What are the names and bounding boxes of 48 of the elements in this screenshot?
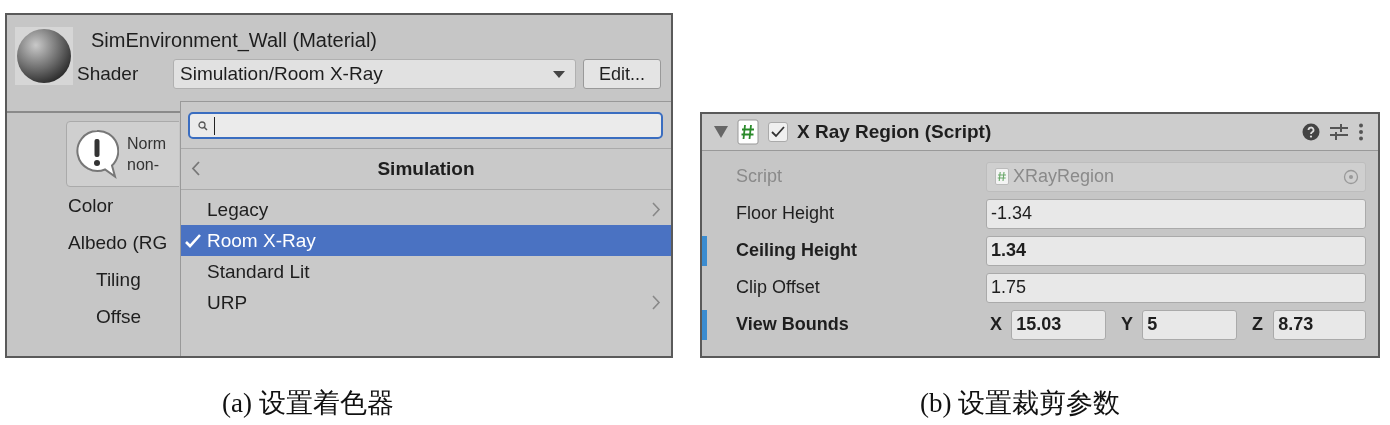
shader-label: Shader — [77, 63, 140, 85]
edit-button[interactable]: Edit... — [583, 59, 661, 89]
sphere-preview-icon — [15, 27, 73, 85]
property-label: Tiling — [96, 268, 142, 292]
search-icon — [198, 120, 208, 131]
number-field[interactable]: 8.73 — [1273, 309, 1366, 340]
axis-label: Z — [1250, 314, 1264, 335]
override-bar — [702, 235, 707, 266]
axis-label: Y — [1119, 314, 1134, 335]
field-label: Clip Offset — [736, 277, 821, 298]
menu-item[interactable]: Standard Lit — [181, 256, 671, 287]
field-label: Script — [736, 166, 783, 187]
foldout-triangle-icon[interactable] — [714, 126, 728, 138]
help-icon[interactable] — [1302, 123, 1320, 141]
settings-sliders-icon[interactable] — [1329, 123, 1349, 141]
field-label: Ceiling Height — [736, 240, 858, 261]
menu-header: Simulation — [377, 158, 475, 180]
field-label: View Bounds — [736, 314, 850, 335]
script-file-icon — [737, 119, 759, 145]
menu-item[interactable]: Room X-Ray — [181, 225, 671, 256]
number-field[interactable]: -1.34 — [986, 198, 1366, 229]
property-label: Albedo (RG — [68, 231, 169, 255]
number-field[interactable]: 1.34 — [986, 235, 1366, 266]
script-file-icon — [995, 168, 1009, 185]
figure-caption: (b) 设置裁剪参数 — [920, 387, 1121, 420]
shader-dropdown[interactable]: Simulation/Room X-Ray — [173, 59, 576, 89]
property-label: Color — [68, 194, 115, 218]
back-chevron-icon[interactable] — [191, 161, 200, 176]
figure-caption: (a) 设置着色器 — [222, 387, 394, 420]
enabled-checkbox[interactable] — [768, 122, 788, 142]
material-title: SimEnvironment_Wall (Material) — [91, 29, 378, 54]
menu-item[interactable]: Legacy — [181, 194, 671, 225]
number-field[interactable]: 5 — [1142, 309, 1237, 340]
caret-icon — [553, 70, 565, 78]
more-options-icon[interactable] — [1358, 123, 1364, 141]
menu-item[interactable]: URP — [181, 287, 671, 318]
number-field[interactable]: 1.75 — [986, 272, 1366, 303]
search-field[interactable] — [188, 112, 663, 139]
number-field[interactable]: 15.03 — [1011, 309, 1106, 340]
axis-label: X — [989, 314, 1003, 335]
check-icon — [185, 234, 201, 248]
field-label: Floor Height — [736, 203, 836, 224]
property-label: Offse — [96, 305, 143, 329]
component-title: X Ray Region (Script) — [797, 121, 992, 143]
warning-text: Norm — [127, 134, 167, 154]
warning-text: non- — [127, 155, 161, 175]
override-bar — [702, 309, 707, 340]
warning-icon — [75, 129, 119, 179]
